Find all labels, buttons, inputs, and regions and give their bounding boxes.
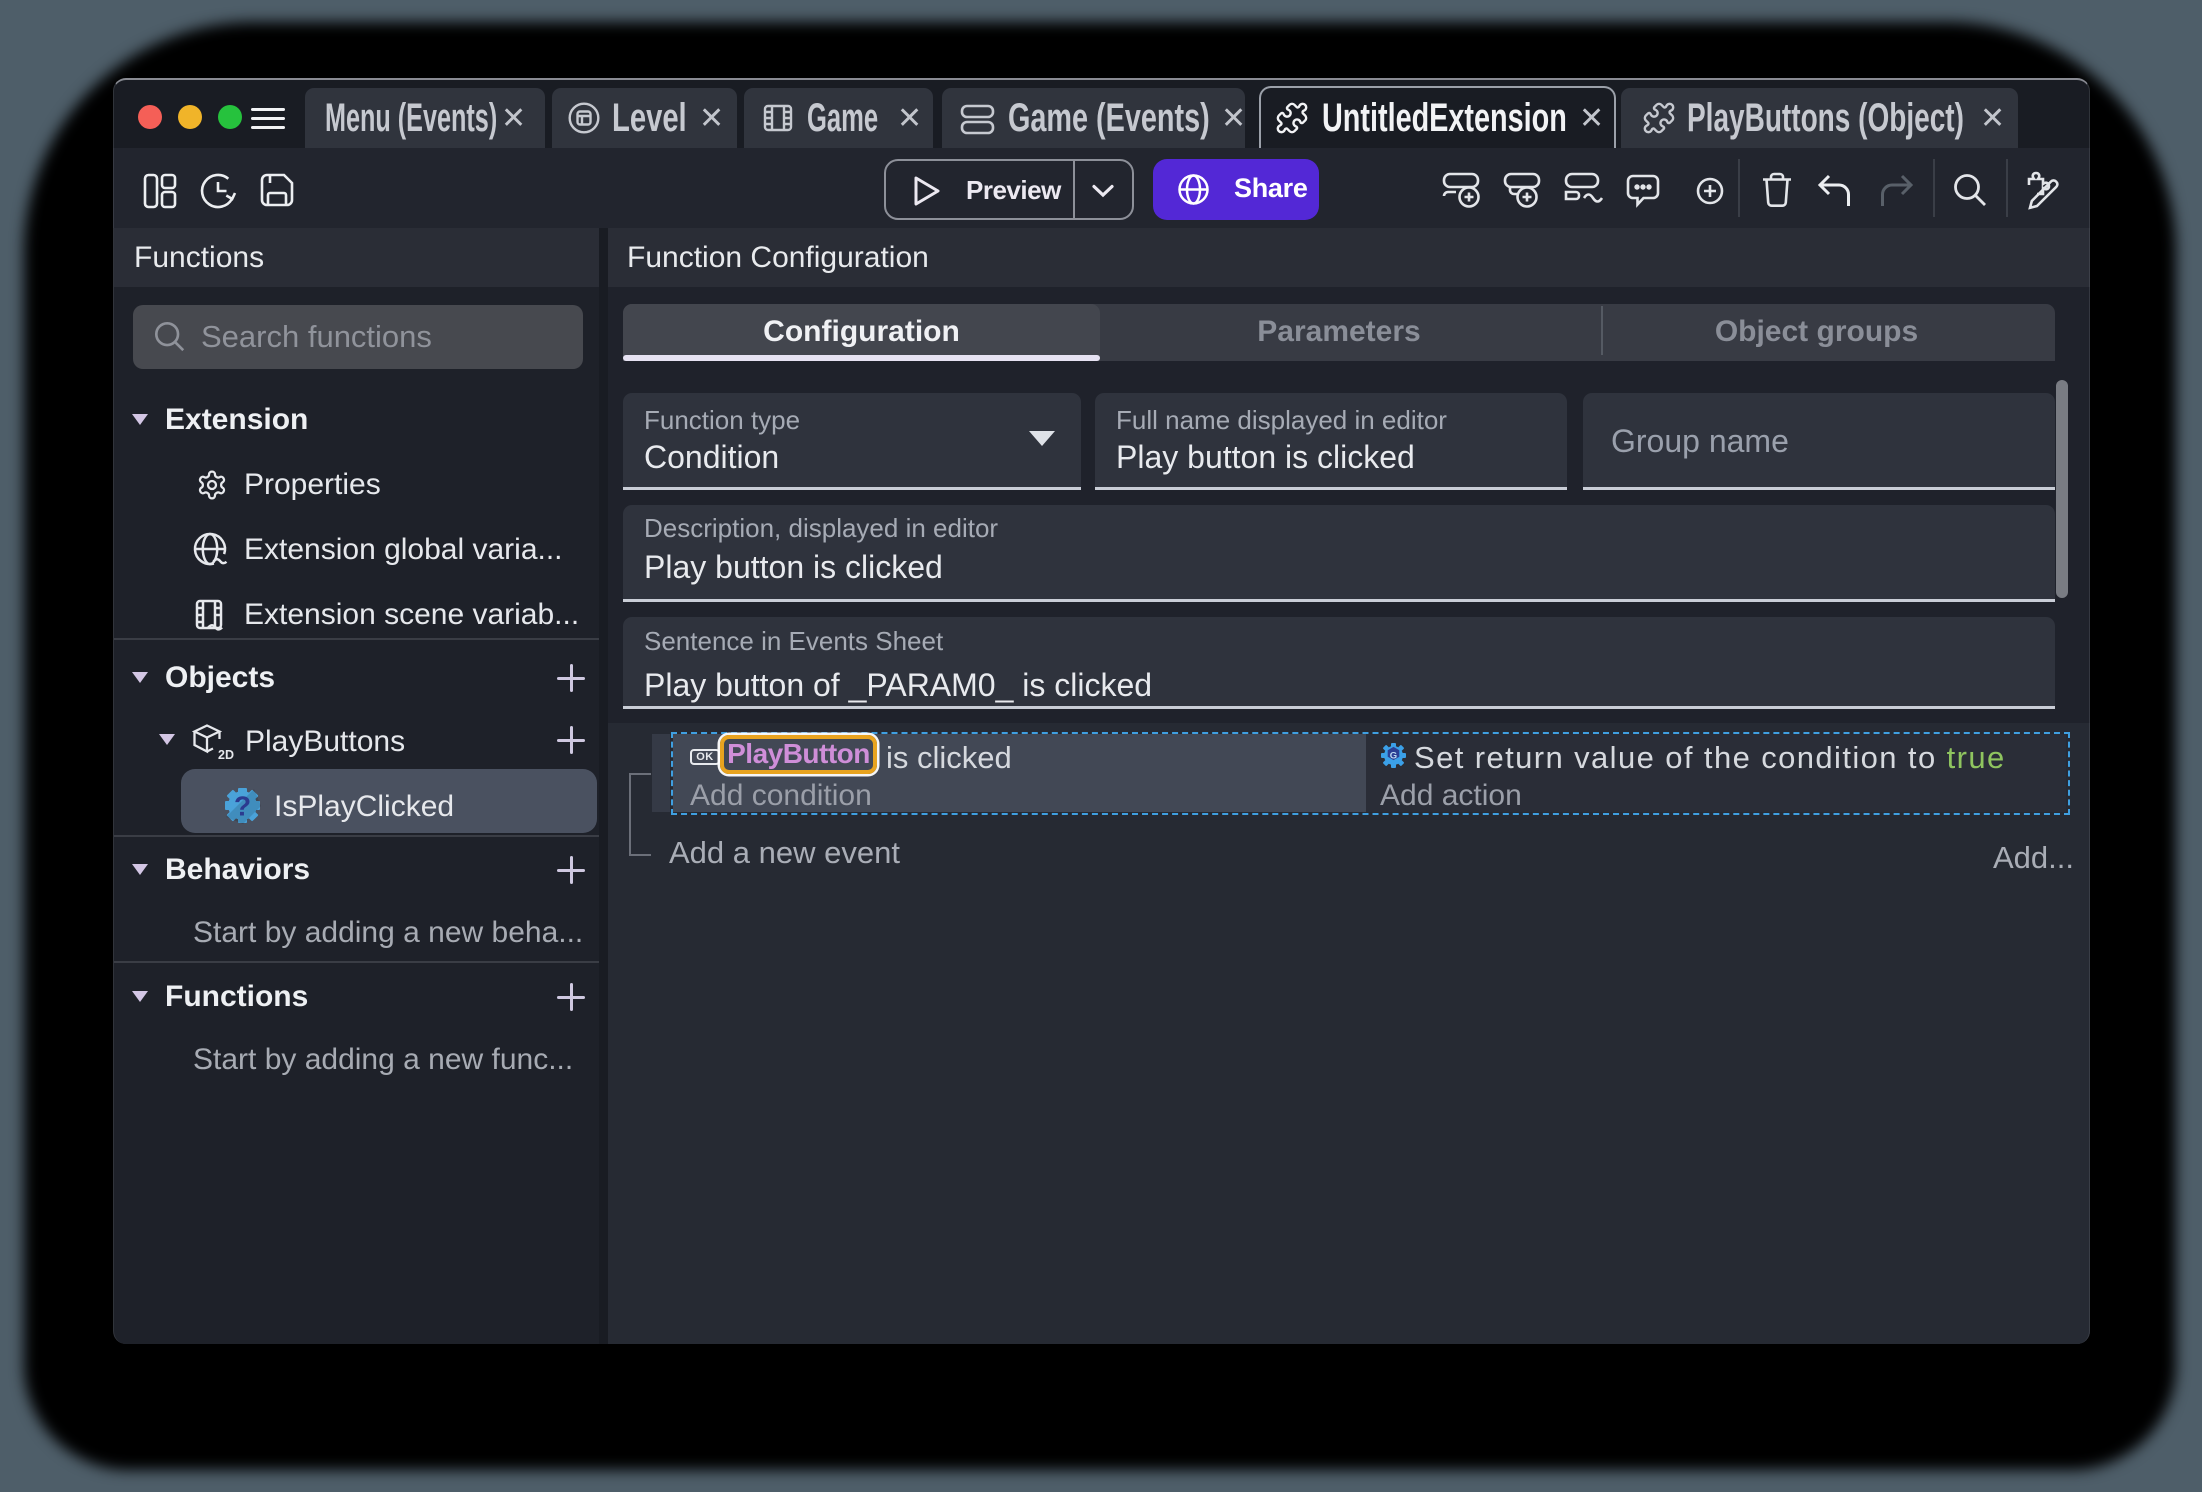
svg-text:G: G [1390, 751, 1397, 762]
svg-text:2D: 2D [218, 748, 234, 762]
svg-text:?: ? [234, 791, 251, 822]
